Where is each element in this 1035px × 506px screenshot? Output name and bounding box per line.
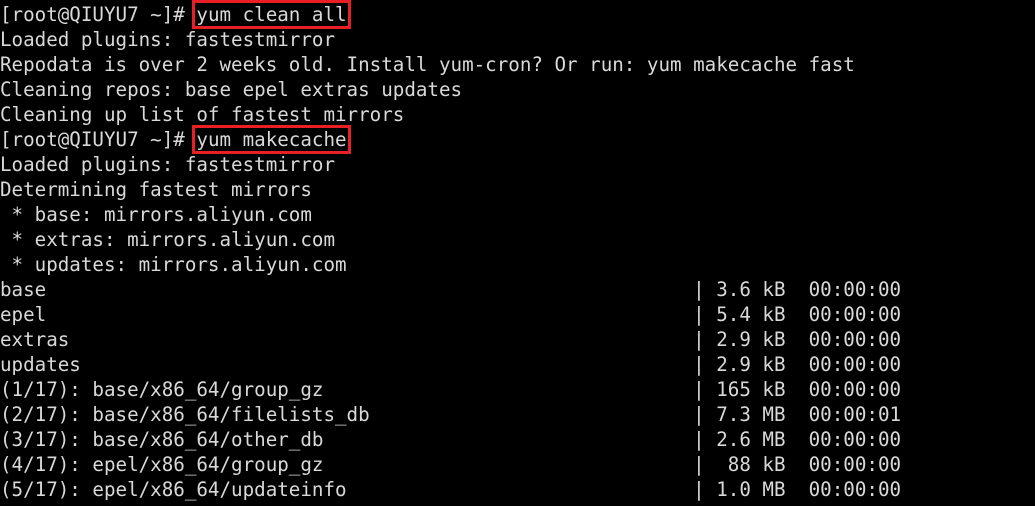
terminal-screen[interactable]: [root@QIUYU7 ~]# yum clean all Loaded plu… (0, 0, 959, 502)
transfer-line-text: (5/17): epel/x86_64/updateinfo | 1.0 MB … (0, 478, 959, 501)
terminal-line: (2/17): base/x86_64/filelists_db | 7.3 M… (0, 402, 959, 427)
output-line-text: * updates: mirrors.aliyun.com (0, 253, 347, 276)
output-line-text: Determining fastest mirrors (0, 178, 312, 201)
transfer-line-text: (4/17): epel/x86_64/group_gz | 88 kB 00:… (0, 453, 959, 476)
terminal-line: [root@QIUYU7 ~]# yum makecache (0, 125, 959, 154)
output-line-text: Cleaning up list of fastest mirrors (0, 103, 405, 126)
output-line-text: * base: mirrors.aliyun.com (0, 203, 312, 226)
terminal-line: Determining fastest mirrors (0, 177, 959, 202)
output-line-text: Cleaning repos: base epel extras updates (0, 78, 463, 101)
output-line-text: Repodata is over 2 weeks old. Install yu… (0, 53, 855, 76)
terminal-line: (3/17): base/x86_64/other_db | 2.6 MB 00… (0, 427, 959, 452)
transfer-line-text: base | 3.6 kB 00:00:00 (0, 278, 959, 301)
terminal-line: * updates: mirrors.aliyun.com (0, 252, 959, 277)
terminal-line: * extras: mirrors.aliyun.com (0, 227, 959, 252)
terminal-line: Cleaning repos: base epel extras updates (0, 77, 959, 102)
highlighted-command: yum makecache (192, 125, 351, 154)
shell-prompt: [root@QIUYU7 ~]# (0, 128, 197, 151)
terminal-line: (1/17): base/x86_64/group_gz | 165 kB 00… (0, 377, 959, 402)
terminal-line: Cleaning up list of fastest mirrors (0, 102, 959, 127)
output-line-text: Loaded plugins: fastestmirror (0, 28, 336, 51)
terminal-window[interactable]: [root@QIUYU7 ~]# yum clean all Loaded plu… (0, 0, 1035, 506)
terminal-line: extras | 2.9 kB 00:00:00 (0, 327, 959, 352)
terminal-line: epel | 5.4 kB 00:00:00 (0, 302, 959, 327)
shell-prompt: [root@QIUYU7 ~]# (0, 3, 197, 26)
command-text: yum makecache (196, 128, 347, 151)
transfer-line-text: updates | 2.9 kB 00:00:00 (0, 353, 959, 376)
terminal-line: (4/17): epel/x86_64/group_gz | 88 kB 00:… (0, 452, 959, 477)
terminal-line: updates | 2.9 kB 00:00:00 (0, 352, 959, 377)
terminal-line: (5/17): epel/x86_64/updateinfo | 1.0 MB … (0, 477, 959, 502)
transfer-line-text: (2/17): base/x86_64/filelists_db | 7.3 M… (0, 403, 959, 426)
highlighted-command: yum clean all (192, 0, 351, 29)
terminal-line: Loaded plugins: fastestmirror (0, 152, 959, 177)
terminal-line: Loaded plugins: fastestmirror (0, 27, 959, 52)
terminal-line: * base: mirrors.aliyun.com (0, 202, 959, 227)
transfer-line-text: epel | 5.4 kB 00:00:00 (0, 303, 959, 326)
transfer-line-text: (1/17): base/x86_64/group_gz | 165 kB 00… (0, 378, 959, 401)
output-line-text: Loaded plugins: fastestmirror (0, 153, 336, 176)
output-line-text: * extras: mirrors.aliyun.com (0, 228, 336, 251)
terminal-line: [root@QIUYU7 ~]# yum clean all (0, 0, 959, 29)
transfer-line-text: (3/17): base/x86_64/other_db | 2.6 MB 00… (0, 428, 959, 451)
terminal-line: base | 3.6 kB 00:00:00 (0, 277, 959, 302)
transfer-line-text: extras | 2.9 kB 00:00:00 (0, 328, 959, 351)
command-text: yum clean all (196, 3, 347, 26)
terminal-line: Repodata is over 2 weeks old. Install yu… (0, 52, 959, 77)
